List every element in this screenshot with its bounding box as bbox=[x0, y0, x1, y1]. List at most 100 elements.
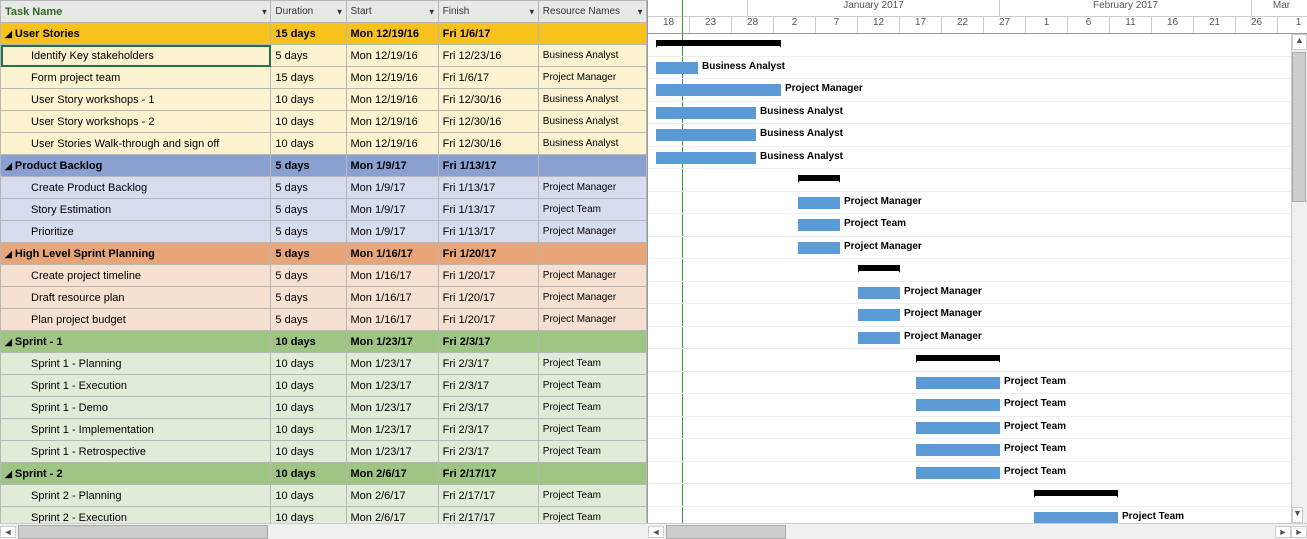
table-row[interactable]: User Stories Walk-through and sign off10… bbox=[1, 133, 647, 155]
cell-finish[interactable]: Fri 1/13/17 bbox=[438, 155, 538, 177]
cell-duration[interactable]: 5 days bbox=[271, 155, 346, 177]
cell-finish[interactable]: Fri 1/13/17 bbox=[438, 177, 538, 199]
task-bar[interactable] bbox=[916, 377, 1000, 389]
cell-task-name[interactable]: Story Estimation bbox=[1, 199, 271, 221]
cell-duration[interactable]: 10 days bbox=[271, 419, 346, 441]
cell-resource[interactable]: Project Manager bbox=[538, 221, 646, 243]
cell-start[interactable]: Mon 12/19/16 bbox=[346, 111, 438, 133]
summary-bar[interactable] bbox=[656, 40, 781, 46]
task-grid[interactable]: Task Name▼ Duration▼ Start▼ Finish▼ Reso… bbox=[0, 0, 647, 529]
cell-resource[interactable] bbox=[538, 463, 646, 485]
cell-resource[interactable]: Business Analyst bbox=[538, 133, 646, 155]
gantt-chart[interactable]: Business AnalystProject ManagerBusiness … bbox=[648, 34, 1307, 539]
task-bar[interactable] bbox=[858, 332, 900, 344]
task-bar[interactable] bbox=[1034, 512, 1118, 524]
cell-start[interactable]: Mon 1/23/17 bbox=[346, 397, 438, 419]
table-row[interactable]: Story Estimation5 daysMon 1/9/17Fri 1/13… bbox=[1, 199, 647, 221]
cell-resource[interactable]: Project Manager bbox=[538, 67, 646, 89]
cell-duration[interactable]: 5 days bbox=[271, 287, 346, 309]
filter-icon[interactable]: ▼ bbox=[636, 7, 644, 16]
cell-duration[interactable]: 10 days bbox=[271, 441, 346, 463]
collapse-icon[interactable]: ◢ bbox=[5, 161, 12, 172]
table-row[interactable]: ◢Product Backlog5 daysMon 1/9/17Fri 1/13… bbox=[1, 155, 647, 177]
cell-task-name[interactable]: Sprint 1 - Demo bbox=[1, 397, 271, 419]
table-row[interactable]: Sprint 2 - Planning10 daysMon 2/6/17Fri … bbox=[1, 485, 647, 507]
cell-resource[interactable]: Project Manager bbox=[538, 287, 646, 309]
cell-finish[interactable]: Fri 12/23/16 bbox=[438, 45, 538, 67]
cell-resource[interactable]: Project Team bbox=[538, 199, 646, 221]
cell-finish[interactable]: Fri 2/3/17 bbox=[438, 375, 538, 397]
cell-task-name[interactable]: Sprint 1 - Execution bbox=[1, 375, 271, 397]
cell-resource[interactable]: Project Manager bbox=[538, 265, 646, 287]
cell-start[interactable]: Mon 1/9/17 bbox=[346, 221, 438, 243]
summary-bar[interactable] bbox=[916, 355, 1000, 361]
cell-start[interactable]: Mon 12/19/16 bbox=[346, 45, 438, 67]
cell-finish[interactable]: Fri 2/17/17 bbox=[438, 463, 538, 485]
cell-start[interactable]: Mon 12/19/16 bbox=[346, 23, 438, 45]
cell-task-name[interactable]: Prioritize bbox=[1, 221, 271, 243]
cell-task-name[interactable]: Create project timeline bbox=[1, 265, 271, 287]
cell-resource[interactable]: Project Team bbox=[538, 375, 646, 397]
scroll-thumb[interactable] bbox=[1292, 52, 1306, 202]
scroll-right-icon[interactable]: ► bbox=[1275, 526, 1291, 538]
cell-duration[interactable]: 5 days bbox=[271, 243, 346, 265]
task-bar[interactable] bbox=[656, 152, 756, 164]
cell-duration[interactable]: 10 days bbox=[271, 397, 346, 419]
collapse-icon[interactable]: ◢ bbox=[5, 469, 12, 480]
cell-resource[interactable] bbox=[538, 23, 646, 45]
cell-start[interactable]: Mon 1/16/17 bbox=[346, 265, 438, 287]
cell-finish[interactable]: Fri 12/30/16 bbox=[438, 133, 538, 155]
cell-resource[interactable] bbox=[538, 243, 646, 265]
col-finish[interactable]: Finish▼ bbox=[438, 1, 538, 23]
scroll-left-icon[interactable]: ◄ bbox=[648, 526, 664, 538]
cell-task-name[interactable]: Sprint 1 - Planning bbox=[1, 353, 271, 375]
cell-duration[interactable]: 10 days bbox=[271, 133, 346, 155]
cell-finish[interactable]: Fri 1/20/17 bbox=[438, 287, 538, 309]
cell-finish[interactable]: Fri 1/6/17 bbox=[438, 23, 538, 45]
cell-resource[interactable]: Business Analyst bbox=[538, 45, 646, 67]
cell-duration[interactable]: 15 days bbox=[271, 67, 346, 89]
scroll-left-icon[interactable]: ◄ bbox=[0, 526, 16, 538]
table-row[interactable]: Draft resource plan5 daysMon 1/16/17Fri … bbox=[1, 287, 647, 309]
cell-finish[interactable]: Fri 1/20/17 bbox=[438, 265, 538, 287]
cell-resource[interactable]: Project Team bbox=[538, 441, 646, 463]
task-bar[interactable] bbox=[656, 84, 781, 96]
task-bar[interactable] bbox=[916, 467, 1000, 479]
cell-start[interactable]: Mon 12/19/16 bbox=[346, 133, 438, 155]
cell-finish[interactable]: Fri 1/13/17 bbox=[438, 199, 538, 221]
table-row[interactable]: Create Product Backlog5 daysMon 1/9/17Fr… bbox=[1, 177, 647, 199]
col-resource[interactable]: Resource Names▼ bbox=[538, 1, 646, 23]
summary-bar[interactable] bbox=[858, 265, 900, 271]
cell-finish[interactable]: Fri 12/30/16 bbox=[438, 89, 538, 111]
cell-duration[interactable]: 5 days bbox=[271, 309, 346, 331]
cell-resource[interactable]: Business Analyst bbox=[538, 89, 646, 111]
cell-duration[interactable]: 5 days bbox=[271, 265, 346, 287]
cell-finish[interactable]: Fri 2/3/17 bbox=[438, 353, 538, 375]
table-row[interactable]: Form project team15 daysMon 12/19/16Fri … bbox=[1, 67, 647, 89]
cell-duration[interactable]: 5 days bbox=[271, 199, 346, 221]
cell-resource[interactable]: Project Manager bbox=[538, 177, 646, 199]
cell-duration[interactable]: 10 days bbox=[271, 375, 346, 397]
collapse-icon[interactable]: ◢ bbox=[5, 249, 12, 260]
cell-start[interactable]: Mon 1/9/17 bbox=[346, 155, 438, 177]
task-bar[interactable] bbox=[798, 242, 840, 254]
cell-finish[interactable]: Fri 2/3/17 bbox=[438, 397, 538, 419]
task-bar[interactable] bbox=[858, 287, 900, 299]
cell-finish[interactable]: Fri 2/3/17 bbox=[438, 441, 538, 463]
cell-start[interactable]: Mon 1/9/17 bbox=[346, 177, 438, 199]
cell-start[interactable]: Mon 2/6/17 bbox=[346, 485, 438, 507]
cell-finish[interactable]: Fri 1/20/17 bbox=[438, 243, 538, 265]
cell-task-name[interactable]: Plan project budget bbox=[1, 309, 271, 331]
task-bar[interactable] bbox=[858, 309, 900, 321]
cell-task-name[interactable]: Sprint 2 - Planning bbox=[1, 485, 271, 507]
cell-start[interactable]: Mon 12/19/16 bbox=[346, 67, 438, 89]
scroll-thumb[interactable] bbox=[666, 525, 786, 539]
cell-resource[interactable]: Business Analyst bbox=[538, 111, 646, 133]
table-row[interactable]: Prioritize5 daysMon 1/9/17Fri 1/13/17Pro… bbox=[1, 221, 647, 243]
task-bar[interactable] bbox=[656, 62, 698, 74]
cell-duration[interactable]: 10 days bbox=[271, 485, 346, 507]
cell-duration[interactable]: 5 days bbox=[271, 221, 346, 243]
scroll-down-icon[interactable]: ▼ bbox=[1292, 507, 1303, 523]
table-row[interactable]: Plan project budget5 daysMon 1/16/17Fri … bbox=[1, 309, 647, 331]
cell-task-name[interactable]: ◢Sprint - 2 bbox=[1, 463, 271, 485]
